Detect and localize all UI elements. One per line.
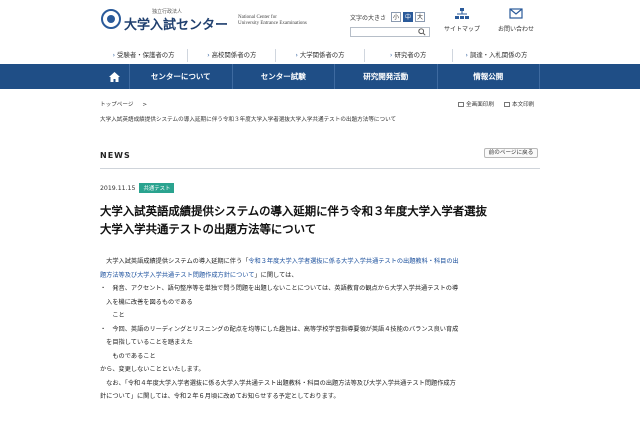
policy-link[interactable]: 令和３年度大学入学者選抜に係る大学入学共通テストの出題教科・科目の出	[248, 258, 458, 265]
audience-label: 受験者・保護者の方	[117, 51, 175, 59]
audience-link-highschool[interactable]: › 高校関係者の方	[187, 49, 275, 62]
sitemap-label: サイトマップ	[443, 26, 480, 33]
site-header: 独立行政法人 大学入試センター National Center for Univ…	[0, 0, 640, 44]
audience-label: 大学関係者の方	[299, 51, 345, 59]
article-title-line1: 大学入試英語成績提供システムの導入延期に伴う令和３年度大学入学者選抜	[100, 204, 487, 218]
chevron-right-icon: ›	[295, 52, 298, 59]
print-icon	[458, 102, 464, 107]
bullet-item-cont: を目指していることを踏まえた	[100, 339, 193, 346]
print-body-link[interactable]: 本文印刷	[503, 100, 535, 108]
chevron-right-icon: ›	[112, 52, 116, 59]
article-date: 2019.11.15	[100, 184, 136, 192]
audience-nav: › 受験者・保護者の方 › 高校関係者の方 › 大学関係者の方 › 研究者の方 › 調達・…	[100, 49, 540, 62]
font-size-control: 文字の大きさ 小 中 大	[350, 12, 426, 22]
chevron-right-icon: ›	[207, 52, 210, 59]
font-size-small-button[interactable]: 小	[391, 12, 402, 22]
article-meta: 2019.11.15 共通テスト	[100, 183, 175, 193]
article-title-line2: 大学入学共通テストの出題方法等について	[100, 222, 317, 236]
contact-label: お問い合わせ	[497, 26, 534, 33]
chevron-right-icon: ›	[390, 52, 393, 59]
center-logo-icon[interactable]	[101, 9, 121, 29]
main-nav-inner: センターについて センター試験 研究開発活動 情報公開	[100, 64, 540, 89]
breadcrumb-separator: >	[142, 102, 148, 108]
body-text: 大学入試英語成績提供システムの導入延期に伴う「	[100, 258, 249, 265]
chevron-right-icon: ›	[465, 52, 468, 59]
audience-label: 研究者の方	[394, 51, 427, 59]
body-paragraph: 針について」に関しては、令和２年６月頃に改めてお知らせする予定としております。	[100, 393, 340, 400]
nav-item-center-exam[interactable]: センター試験	[233, 64, 335, 89]
article-body: 大学入試英語成績提供システムの導入延期に伴う「令和３年度大学入学者選抜に係る大学…	[100, 255, 540, 404]
breadcrumb-home-link[interactable]: トップページ	[100, 102, 133, 108]
audience-link-researchers[interactable]: › 研究者の方	[363, 49, 452, 62]
font-size-label: 文字の大きさ	[350, 14, 387, 22]
contact-link[interactable]: お問い合わせ	[494, 8, 538, 33]
mail-icon	[509, 8, 523, 19]
category-tag[interactable]: 共通テスト	[139, 183, 175, 193]
print-links: 全画面印刷 本文印刷	[458, 100, 534, 108]
body-text: 」に関しては、	[254, 271, 298, 279]
font-size-medium-button[interactable]: 中	[403, 12, 414, 22]
audience-label: 高校関係者の方	[211, 51, 257, 59]
bullet-item-cont: 入を機に改善を図るものである	[100, 298, 193, 306]
site-logo-text[interactable]: 大学入試センター	[124, 14, 228, 33]
nav-item-disclosure[interactable]: 情報公開	[438, 64, 540, 89]
article-title: 大学入試英語成績提供システムの導入延期に伴う令和３年度大学入学者選抜 大学入学共…	[100, 202, 540, 238]
nav-item-about[interactable]: センターについて	[130, 64, 233, 89]
search-icon[interactable]	[418, 28, 426, 36]
audience-label: 調達・入札関係の方	[469, 51, 528, 59]
bullet-item-cont: こと	[100, 312, 125, 319]
section-divider	[100, 168, 540, 169]
body-paragraph: 題方法等及び大学入学共通テスト問題作成方針について」に関しては、	[100, 269, 540, 283]
audience-link-procurement[interactable]: › 調達・入札関係の方	[451, 49, 540, 62]
print-body-label: 本文印刷	[511, 102, 535, 108]
breadcrumb: トップページ >	[100, 100, 147, 108]
sitemap-icon	[455, 8, 469, 19]
body-paragraph: なお、「令和４年度大学入学者選抜に係る大学入学共通テスト出題教科・科目の出題方法…	[100, 379, 456, 387]
sitemap-link[interactable]: サイトマップ	[440, 8, 484, 33]
bullet-item: ・ 発音、アクセント、語句整序等を単独で問う問題を出題しないことについては、英語…	[100, 285, 459, 292]
nav-home-button[interactable]	[100, 64, 130, 89]
font-size-large-button[interactable]: 大	[415, 12, 426, 22]
back-button[interactable]: 前のページに戻る	[484, 148, 538, 158]
bullet-item-cont: ものであること	[100, 352, 156, 360]
policy-link-cont[interactable]: 題方法等及び大学入学共通テスト問題作成方針について	[100, 272, 255, 279]
print-all-link[interactable]: 全画面印刷	[458, 100, 494, 108]
audience-link-examinees[interactable]: › 受験者・保護者の方	[100, 49, 187, 62]
section-title: NEWS	[100, 151, 131, 160]
audience-link-university[interactable]: › 大学関係者の方	[275, 49, 363, 62]
current-page-title: 大学入試英語成績提供システムの導入延期に伴う令和３年度大学入学者選抜大学入学共通…	[100, 117, 397, 123]
main-nav: センターについて センター試験 研究開発活動 情報公開	[0, 64, 640, 89]
home-icon	[109, 71, 120, 82]
nav-item-research[interactable]: 研究開発活動	[335, 64, 438, 89]
logo-en-line2: University Entrance Examinations	[238, 21, 307, 26]
body-paragraph: 大学入試英語成績提供システムの導入延期に伴う「令和３年度大学入学者選抜に係る大学…	[100, 255, 540, 269]
print-icon	[503, 102, 510, 107]
print-all-label: 全画面印刷	[466, 102, 494, 108]
body-paragraph: から、変更しないことといたします。	[100, 366, 205, 373]
bullet-item: ・ 今回、英語のリーディングとリスニングの配点を均等にした趣旨は、高等学校学習指…	[100, 325, 459, 333]
logo-english-name: National Center for University Entrance …	[238, 15, 307, 27]
